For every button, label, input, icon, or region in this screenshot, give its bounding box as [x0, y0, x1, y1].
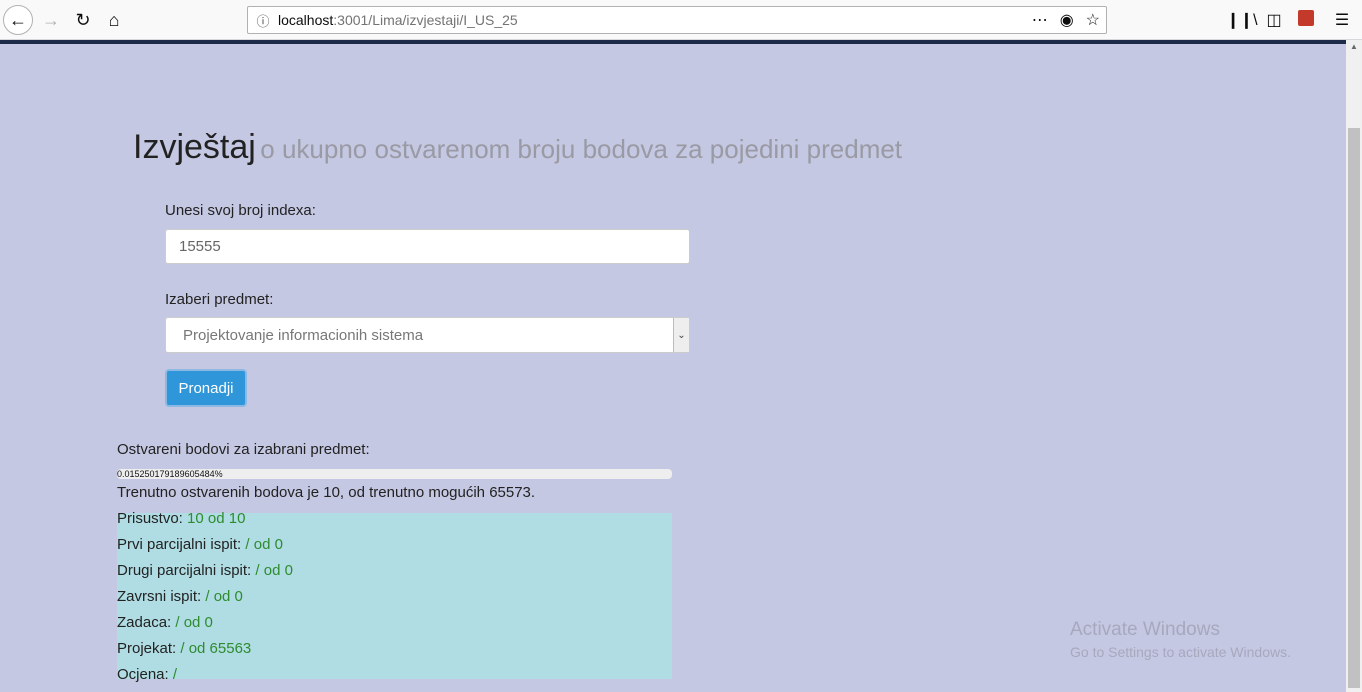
- bookmark-star-icon[interactable]: ☆: [1086, 10, 1100, 30]
- result-row-label: Prvi parcijalni ispit:: [117, 536, 242, 553]
- hamburger-menu-icon[interactable]: ☰: [1322, 10, 1362, 30]
- windows-activation-watermark: Activate Windows Go to Settings to activ…: [1070, 619, 1291, 660]
- result-row-label: Drugi parcijalni ispit:: [117, 562, 252, 579]
- result-row: Zavrsni ispit: / od 0: [117, 588, 243, 605]
- result-row-value: 10 od 10: [187, 510, 246, 527]
- result-row: Zadaca: / od 0: [117, 614, 213, 631]
- home-icon[interactable]: ⌂: [99, 5, 129, 35]
- back-arrow-icon[interactable]: ←: [3, 5, 33, 35]
- result-row-value: / od 65563: [180, 640, 252, 657]
- find-button[interactable]: Pronadji: [165, 369, 247, 407]
- reload-icon[interactable]: ↻: [68, 5, 98, 35]
- subject-selected-value: Projektovanje informacionih sistema: [183, 326, 424, 344]
- url-host: localhost: [278, 12, 334, 28]
- site-nav-stripe: [0, 40, 1346, 44]
- scroll-up-icon[interactable]: ▲: [1346, 42, 1362, 56]
- url-path: :3001/Lima/izvjestaji/I_US_25: [333, 12, 518, 28]
- index-label: Unesi svoj broj indexa:: [165, 202, 316, 219]
- browser-toolbar: ← → ↻ ⌂ ⓘ localhost:3001/Lima/izvjestaji…: [0, 0, 1362, 40]
- scrollbar-thumb[interactable]: [1348, 128, 1360, 688]
- result-row-label: Ocjena:: [117, 666, 169, 683]
- watermark-subtitle: Go to Settings to activate Windows.: [1070, 644, 1291, 660]
- url-bar[interactable]: ⓘ localhost:3001/Lima/izvjestaji/I_US_25…: [247, 6, 1107, 34]
- extension-icon[interactable]: [1290, 9, 1322, 31]
- subject-label: Izaberi predmet:: [165, 291, 274, 308]
- result-row: Prisustvo: 10 od 10: [117, 510, 245, 527]
- title-subtitle: o ukupno ostvarenom broju bodova za poje…: [260, 134, 903, 164]
- points-summary: Trenutno ostvarenih bodova je 10, od tre…: [117, 484, 536, 501]
- result-row-label: Prisustvo:: [117, 510, 183, 527]
- result-row: Ocjena: /: [117, 666, 177, 683]
- sidebar-icon[interactable]: ◫: [1258, 10, 1290, 30]
- chevron-down-icon[interactable]: ⌄: [673, 318, 689, 352]
- pocket-icon[interactable]: ◉: [1060, 10, 1074, 30]
- result-row-value: /: [172, 666, 178, 683]
- page-title: Izvještaj o ukupno ostvarenom broju bodo…: [133, 128, 902, 167]
- title-main: Izvještaj: [133, 128, 256, 166]
- page-actions-icon[interactable]: ⋯: [1032, 10, 1048, 30]
- result-row-value: / od 0: [255, 562, 293, 579]
- result-row: Projekat: / od 65563: [117, 640, 251, 657]
- site-info-icon[interactable]: ⓘ: [248, 11, 278, 30]
- result-row: Prvi parcijalni ispit: / od 0: [117, 536, 283, 553]
- result-row-label: Zadaca:: [117, 614, 172, 631]
- watermark-title: Activate Windows: [1070, 619, 1220, 640]
- index-input[interactable]: 15555: [165, 229, 690, 264]
- result-row-value: / od 0: [245, 536, 283, 553]
- points-progress-bar: 0.015250179189605484%: [117, 469, 672, 479]
- result-row: Drugi parcijalni ispit: / od 0: [117, 562, 293, 579]
- points-label: Ostvareni bodovi za izabrani predmet:: [117, 441, 370, 458]
- result-row-value: / od 0: [205, 588, 243, 605]
- result-row-label: Projekat:: [117, 640, 177, 657]
- result-row-label: Zavrsni ispit:: [117, 588, 202, 605]
- url-text[interactable]: localhost:3001/Lima/izvjestaji/I_US_25: [278, 12, 518, 28]
- page-scrollbar[interactable]: ▲: [1346, 40, 1362, 692]
- result-row-value: / od 0: [175, 614, 213, 631]
- progress-text: 0.015250179189605484%: [117, 469, 223, 479]
- library-icon[interactable]: ❙❙\: [1226, 10, 1258, 30]
- subject-select[interactable]: Projektovanje informacionih sistema ⌄: [165, 317, 690, 353]
- forward-arrow-icon[interactable]: →: [36, 5, 66, 35]
